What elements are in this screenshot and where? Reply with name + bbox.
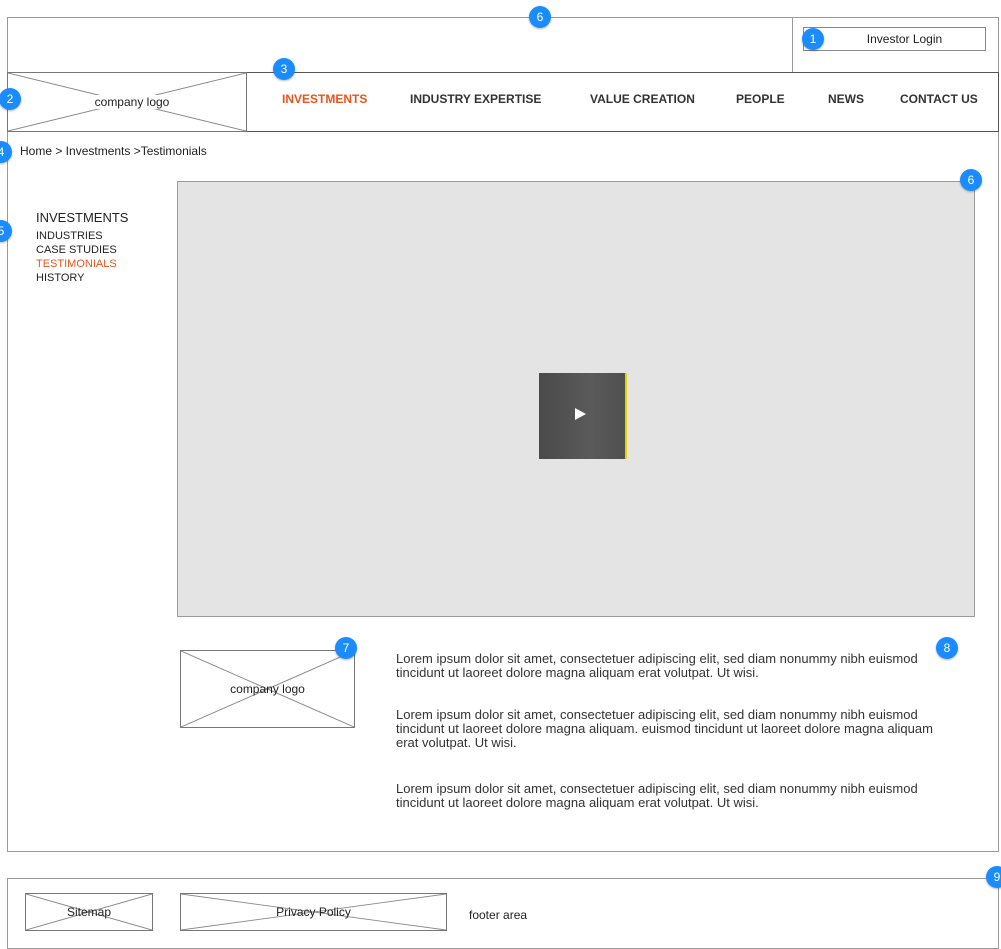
privacy-policy-link[interactable]: Privacy Policy (180, 893, 447, 931)
nav-item-news[interactable]: NEWS (828, 92, 864, 106)
testimonial-company-logo: company logo (180, 650, 355, 728)
sitemap-label: Sitemap (66, 905, 112, 919)
annotation-badge: 9 (986, 866, 1001, 888)
investor-login-label: Investor Login (866, 32, 943, 46)
sidebar-item-industries[interactable]: INDUSTRIES (36, 230, 103, 242)
company-logo[interactable]: company logo (7, 72, 247, 132)
sidebar-item-testimonials[interactable]: TESTIMONIALS (36, 258, 117, 270)
investor-login-button[interactable]: Investor Login (803, 27, 986, 51)
nav-item-people[interactable]: PEOPLE (736, 92, 785, 106)
play-button[interactable] (539, 373, 627, 459)
testimonial-logo-label: company logo (230, 682, 305, 696)
sidebar-title[interactable]: INVESTMENTS (36, 210, 128, 225)
testimonial-paragraph-1: Lorem ipsum dolor sit amet, consectetuer… (396, 651, 918, 680)
company-logo-label: company logo (78, 95, 186, 109)
annotation-badge: 8 (936, 637, 958, 659)
annotation-badge: 6 (960, 169, 982, 191)
testimonial-paragraph-3: Lorem ipsum dolor sit amet, consectetuer… (396, 781, 918, 810)
footer-area-label: footer area (469, 908, 528, 922)
privacy-policy-label: Privacy Policy (276, 905, 351, 919)
testimonial-paragraph-2: Lorem ipsum dolor sit amet, consectetuer… (396, 707, 933, 750)
nav-item-contact-us[interactable]: CONTACT US (900, 92, 978, 106)
nav-item-investments[interactable]: INVESTMENTS (282, 92, 367, 106)
annotation-badge: 7 (335, 637, 357, 659)
sidebar-item-history[interactable]: HISTORY (36, 272, 85, 284)
nav-item-industry-expertise[interactable]: INDUSTRY EXPERTISE (410, 92, 541, 106)
sitemap-link[interactable]: Sitemap (25, 893, 153, 931)
play-icon (575, 408, 586, 420)
annotation-badge: 3 (273, 58, 295, 80)
breadcrumb[interactable]: Home > Investments >Testimonials (20, 144, 207, 158)
nav-item-value-creation[interactable]: VALUE CREATION (590, 92, 695, 106)
sidebar-item-case-studies[interactable]: CASE STUDIES (36, 244, 117, 256)
annotation-badge: 2 (0, 88, 21, 110)
annotation-badge: 1 (802, 28, 824, 50)
annotation-badge: 6 (529, 6, 551, 28)
